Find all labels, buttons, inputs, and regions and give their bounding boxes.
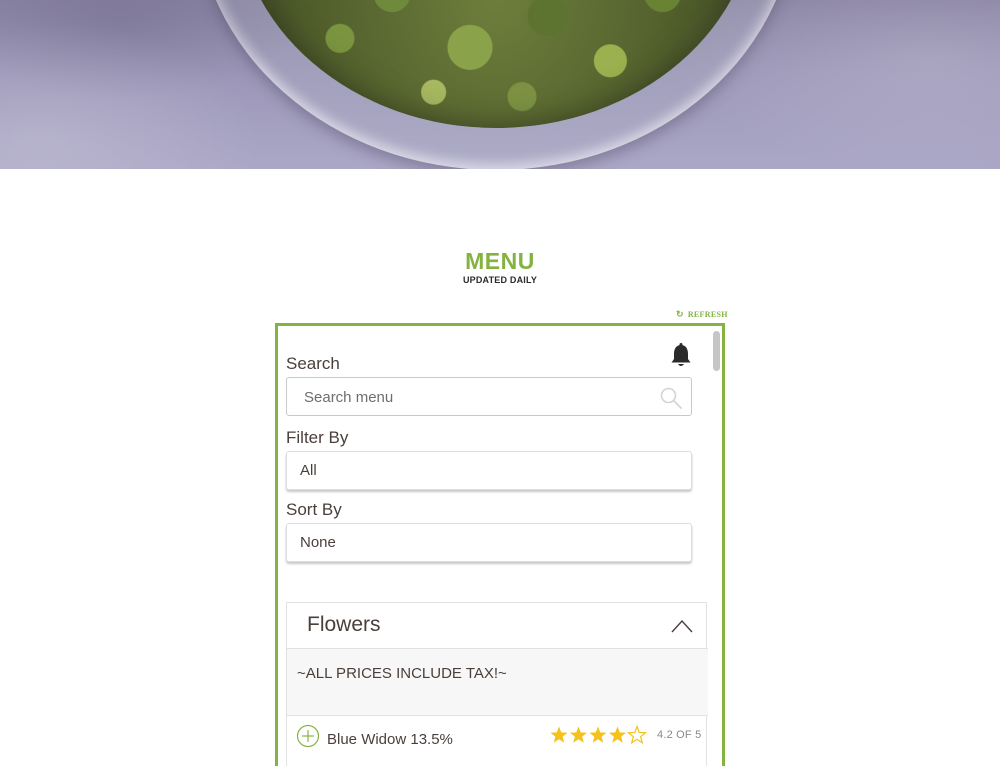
notice-text: ~ALL PRICES INCLUDE TAX!~ [297, 665, 507, 682]
filter-select[interactable]: All [286, 451, 692, 490]
hero-banner-image [0, 0, 1000, 169]
item-name: Blue Widow 13.5% [327, 731, 453, 748]
filter-label: Filter By [286, 428, 349, 447]
page-title: MENU [465, 248, 535, 274]
refresh-link[interactable]: ↻ REFRESH [676, 309, 728, 320]
scrollbar-thumb[interactable] [713, 331, 720, 371]
rating-text: 4.2 OF 5 [657, 729, 702, 741]
bell-icon[interactable] [670, 343, 692, 369]
star-icon [569, 726, 588, 743]
sort-select[interactable]: None [286, 523, 692, 562]
chevron-up-icon[interactable] [671, 619, 693, 633]
search-icon[interactable] [659, 386, 683, 410]
category-section-flowers: Flowers ~ALL PRICES INCLUDE TAX!~ Blue W… [286, 602, 708, 766]
category-header[interactable]: Flowers [287, 603, 708, 649]
star-icon [589, 726, 607, 743]
search-input[interactable] [304, 387, 644, 407]
category-title: Flowers [307, 613, 381, 636]
star-rating [550, 725, 648, 745]
scrollbar-track[interactable] [711, 326, 722, 766]
search-field[interactable] [286, 377, 692, 416]
category-notice: ~ALL PRICES INCLUDE TAX!~ [287, 649, 708, 716]
star-icon [608, 726, 627, 743]
filter-selected-value: All [300, 462, 317, 479]
sort-selected-value: None [300, 534, 336, 551]
refresh-label: REFRESH [687, 310, 728, 319]
refresh-icon: ↻ [676, 309, 684, 319]
page-subtitle: UPDATED DAILY [462, 275, 538, 285]
plus-circle-icon[interactable] [296, 724, 320, 748]
star-icon [626, 725, 648, 745]
search-label: Search [286, 354, 340, 373]
star-icon [550, 726, 568, 743]
menu-item[interactable]: Blue Widow 13.5% 4.2 OF 5 [287, 716, 708, 766]
sort-label: Sort By [286, 500, 342, 519]
menu-header: MENU UPDATED DAILY [0, 249, 1000, 285]
menu-panel: Search Filter By All Sort By None Flower… [275, 323, 725, 766]
